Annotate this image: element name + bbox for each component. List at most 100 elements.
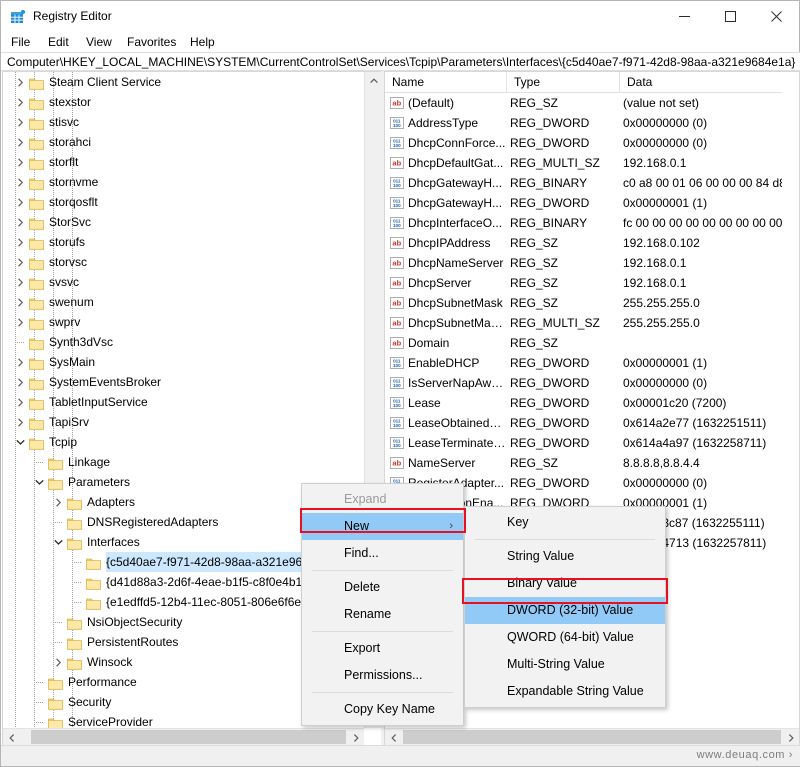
value-row[interactable]: ab DhcpNameServer REG_SZ 192.168.0.1 [385,253,799,273]
address-bar[interactable]: Computer\HKEY_LOCAL_MACHINE\SYSTEM\Curre… [1,52,800,71]
menu-item-find[interactable]: Find... [302,540,463,567]
value-type: REG_DWORD [510,416,590,430]
value-row[interactable]: 011 100 DhcpConnForce... REG_DWORD 0x0000000… [385,133,799,153]
menu-item-multi-string-value[interactable]: Multi-String Value [465,651,665,678]
chevron-right-icon[interactable] [12,292,28,312]
menu-item-string-value[interactable]: String Value [465,543,665,570]
new-submenu[interactable]: Key String Value Binary Value DWORD (32-bit… [464,506,666,708]
chevron-right-icon[interactable] [12,112,28,132]
value-row[interactable]: ab (Default) REG_SZ (value not set) [385,93,799,113]
tree-item[interactable]: TapiSrv [3,412,365,432]
menu-item-dword-32-bit-value[interactable]: DWORD (32-bit) Value [465,597,665,624]
column-header-name[interactable]: Name [385,72,507,92]
chevron-down-icon[interactable] [50,532,66,552]
tree-item[interactable]: swenum [3,292,365,312]
tree-item[interactable]: storflt [3,152,365,172]
tree-item[interactable]: Tcpip [3,432,365,452]
tree-horizontal-scrollbar[interactable] [3,728,364,745]
values-hscroll-thumb[interactable] [403,730,781,744]
chevron-right-icon[interactable] [50,492,66,512]
value-row[interactable]: ab DhcpSubnetMas... REG_MULTI_SZ 255.255.25… [385,313,799,333]
minimize-button[interactable] [661,1,707,32]
value-row[interactable]: 011 100 LeaseTerminates... REG_DWORD 0x614a4… [385,433,799,453]
chevron-right-icon[interactable] [12,132,28,152]
tree-item[interactable]: storufs [3,232,365,252]
menu-item-binary-value[interactable]: Binary Value [465,570,665,597]
chevron-right-icon[interactable] [12,372,28,392]
tree-item[interactable]: storvsc [3,252,365,272]
menu-help[interactable]: Help [185,34,220,51]
menu-edit[interactable]: Edit [43,34,74,51]
chevron-right-icon[interactable] [12,232,28,252]
value-row[interactable]: ab DhcpIPAddress REG_SZ 192.168.0.102 [385,233,799,253]
chevron-right-icon[interactable] [12,412,28,432]
value-row[interactable]: 011 100 AddressType REG_DWORD 0x00000000 (0) [385,113,799,133]
menu-item-delete[interactable]: Delete [302,574,463,601]
tree-item[interactable]: stexstor [3,92,365,112]
tree-item[interactable]: StorSvc [3,212,365,232]
values-vertical-scrollbar[interactable] [782,72,799,728]
tree-item[interactable]: stisvc [3,112,365,132]
column-header-type[interactable]: Type [507,72,620,92]
value-row[interactable]: ab DhcpSubnetMask REG_SZ 255.255.255.0 [385,293,799,313]
tree-item[interactable]: Linkage [3,452,365,472]
chevron-right-icon[interactable] [12,72,28,92]
value-row[interactable]: ab DhcpServer REG_SZ 192.168.0.1 [385,273,799,293]
menu-item-key[interactable]: Key [465,509,665,536]
tree-item[interactable]: TabletInputService [3,392,365,412]
value-row[interactable]: ab NameServer REG_SZ 8.8.8.8,8.8.4.4 [385,453,799,473]
menu-item-export[interactable]: Export [302,635,463,662]
chevron-right-icon[interactable] [12,312,28,332]
menu-item-copy-key-name[interactable]: Copy Key Name [302,696,463,723]
tree-item[interactable]: Synth3dVsc [3,332,365,352]
tree-item[interactable]: storahci [3,132,365,152]
values-scroll-left-icon[interactable] [385,729,402,745]
chevron-right-icon[interactable] [12,212,28,232]
chevron-right-icon[interactable] [12,92,28,112]
tree-item[interactable]: swprv [3,312,365,332]
value-row[interactable]: ab Domain REG_SZ [385,333,799,353]
menu-item-qword-64-bit-value[interactable]: QWORD (64-bit) Value [465,624,665,651]
menu-item-permissions[interactable]: Permissions... [302,662,463,689]
chevron-right-icon[interactable] [12,152,28,172]
tree-item[interactable]: stornvme [3,172,365,192]
chevron-right-icon[interactable] [12,352,28,372]
chevron-right-icon[interactable] [12,252,28,272]
tree-item[interactable]: Steam Client Service [3,72,365,92]
tree-item[interactable]: SystemEventsBroker [3,372,365,392]
tree-item[interactable]: svsvc [3,272,365,292]
chevron-down-icon[interactable] [12,432,28,452]
menu-favorites[interactable]: Favorites [122,34,181,51]
value-row[interactable]: ab DhcpDefaultGat... REG_MULTI_SZ 192.168.0… [385,153,799,173]
close-button[interactable] [753,1,799,32]
menu-file[interactable]: File [6,34,35,51]
chevron-right-icon[interactable] [12,172,28,192]
menu-item-rename[interactable]: Rename [302,601,463,628]
value-row[interactable]: 011 100 EnableDHCP REG_DWORD 0x00000001 (1) [385,353,799,373]
tree-scroll-up-icon[interactable] [365,72,381,89]
tree-scroll-left-icon[interactable] [3,729,20,745]
value-row[interactable]: 011 100 DhcpInterfaceO... REG_BINARY fc 00 0… [385,213,799,233]
chevron-down-icon[interactable] [31,472,47,492]
chevron-right-icon[interactable] [12,192,28,212]
chevron-right-icon[interactable] [50,652,66,672]
values-scroll-right-icon[interactable] [782,729,799,745]
menu-view[interactable]: View [81,34,117,51]
value-row[interactable]: 011 100 DhcpGatewayH... REG_DWORD 0x00000001… [385,193,799,213]
chevron-right-icon[interactable] [12,392,28,412]
value-row[interactable]: 011 100 Lease REG_DWORD 0x00001c20 (7200) [385,393,799,413]
value-row[interactable]: 011 100 IsServerNapAware REG_DWORD 0x0000000… [385,373,799,393]
tree-hscroll-thumb[interactable] [31,730,346,744]
menu-item-expandable-string-value[interactable]: Expandable String Value [465,678,665,705]
tree-item[interactable]: storqosflt [3,192,365,212]
tree-item[interactable]: SysMain [3,352,365,372]
chevron-right-icon[interactable] [12,272,28,292]
maximize-button[interactable] [707,1,753,32]
menu-item-new[interactable]: New › [302,513,463,540]
values-horizontal-scrollbar[interactable] [385,728,799,745]
column-header-data[interactable]: Data [620,72,799,92]
tree-scroll-right-icon[interactable] [347,729,364,745]
context-menu[interactable]: Expand New › Find... Delete Rename Export Permi… [301,483,464,726]
value-row[interactable]: 011 100 DhcpGatewayH... REG_BINARY c0 a8 00 … [385,173,799,193]
value-row[interactable]: 011 100 LeaseObtainedTi... REG_DWORD 0x614a2… [385,413,799,433]
